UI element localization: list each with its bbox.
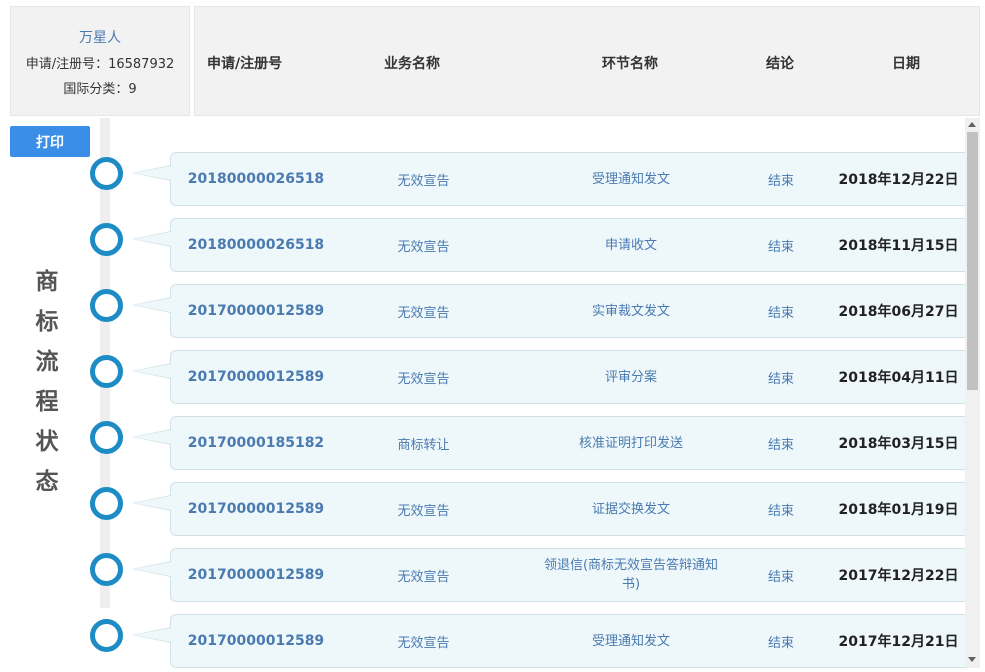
row-reg-no[interactable]: 20170000012589: [171, 615, 341, 667]
header-step: 环节名称: [602, 56, 658, 72]
table-header: 申请/注册号 业务名称 环节名称 结论 日期: [194, 6, 980, 116]
table-row: 20170000012589 无效宣告 证据交换发文 结束 2018年01月19…: [132, 482, 965, 536]
row-step: 证据交换发文: [591, 501, 670, 517]
timeline-node: [90, 487, 123, 520]
registration-number: 申请/注册号：16587932: [25, 57, 175, 72]
title-char: 状: [35, 429, 59, 455]
row-date: 2018年12月22日: [838, 172, 959, 188]
table-row: 20170000012589 无效宣告 评审分案 结束 2018年04月11日: [132, 350, 965, 404]
row-step: 受理通知发文: [591, 633, 670, 649]
row-result: 结束: [767, 503, 794, 519]
row-step: 评审分案: [604, 369, 657, 385]
row-reg-no[interactable]: 20170000185182: [171, 417, 341, 469]
row-business: 无效宣告: [397, 635, 450, 651]
title-char: 态: [35, 469, 59, 495]
row-step: 实审裁文发文: [591, 303, 670, 319]
timeline-node: [90, 157, 123, 190]
row-date: 2018年06月27日: [838, 304, 959, 320]
header-result: 结论: [766, 56, 794, 72]
row-result: 结束: [767, 173, 794, 189]
table-row: 20180000026518 无效宣告 受理通知发文 结束 2018年12月22…: [132, 152, 965, 206]
title-char: 程: [35, 389, 59, 415]
row-business: 无效宣告: [397, 569, 450, 585]
row-result: 结束: [767, 569, 794, 585]
row-reg-no[interactable]: 20180000026518: [171, 153, 341, 205]
row-reg-no[interactable]: 20180000026518: [171, 219, 341, 271]
row-reg-no[interactable]: 20170000012589: [171, 549, 341, 601]
row-result: 结束: [767, 635, 794, 651]
timeline-node: [90, 289, 123, 322]
row-result: 结束: [767, 305, 794, 321]
print-button[interactable]: 打印: [10, 126, 90, 157]
process-status-title: 商 标 流 程 状 态: [30, 262, 64, 502]
row-reg-no[interactable]: 20170000012589: [171, 351, 341, 403]
row-date: 2017年12月22日: [838, 568, 959, 584]
row-result: 结束: [767, 437, 794, 453]
row-business: 无效宣告: [397, 239, 450, 255]
row-business: 无效宣告: [397, 503, 450, 519]
applicant-name[interactable]: 万星人: [11, 27, 189, 47]
header-business: 业务名称: [384, 56, 440, 72]
timeline-node: [90, 619, 123, 652]
row-step: 核准证明打印发送: [578, 435, 683, 451]
timeline-node: [90, 421, 123, 454]
international-class: 国际分类：9: [63, 82, 137, 97]
row-business: 无效宣告: [397, 305, 450, 321]
row-reg-no[interactable]: 20170000012589: [171, 285, 341, 337]
scroll-down-arrow-icon[interactable]: [968, 657, 976, 662]
row-business: 无效宣告: [397, 173, 450, 189]
scrollbar-thumb[interactable]: [967, 132, 978, 390]
row-date: 2017年12月21日: [838, 634, 959, 650]
row-result: 结束: [767, 371, 794, 387]
table-row: 20170000185182 商标转让 核准证明打印发送 结束 2018年03月…: [132, 416, 965, 470]
row-date: 2018年03月15日: [838, 436, 959, 452]
title-char: 商: [35, 269, 59, 295]
row-reg-no[interactable]: 20170000012589: [171, 483, 341, 535]
row-step: 申请收文: [604, 237, 657, 253]
timeline-node: [90, 355, 123, 388]
table-row: 20170000012589 无效宣告 领退信(商标无效宣告答辩通知书) 结束 …: [132, 548, 965, 602]
row-date: 2018年11月15日: [838, 238, 959, 254]
title-char: 标: [35, 309, 59, 335]
header-date: 日期: [892, 56, 920, 72]
title-char: 流: [35, 349, 59, 375]
table-row: 20170000012589 无效宣告 受理通知发文 结束 2017年12月21…: [132, 614, 965, 668]
timeline-node: [90, 223, 123, 256]
vertical-scrollbar[interactable]: [965, 118, 980, 668]
scroll-up-arrow-icon[interactable]: [968, 122, 976, 127]
table-row: 20170000012589 无效宣告 实审裁文发文 结束 2018年06月27…: [132, 284, 965, 338]
row-result: 结束: [767, 239, 794, 255]
row-step: 领退信(商标无效宣告答辩通知书): [543, 558, 719, 592]
timeline-node: [90, 553, 123, 586]
row-step: 受理通知发文: [591, 171, 670, 187]
row-date: 2018年01月19日: [838, 502, 959, 518]
trademark-info-panel: 万星人 申请/注册号：16587932 国际分类：9: [10, 6, 190, 116]
row-business: 无效宣告: [397, 371, 450, 387]
row-business: 商标转让: [397, 437, 450, 453]
header-reg-no: 申请/注册号: [207, 56, 283, 72]
row-date: 2018年04月11日: [838, 370, 959, 386]
table-row: 20180000026518 无效宣告 申请收文 结束 2018年11月15日: [132, 218, 965, 272]
